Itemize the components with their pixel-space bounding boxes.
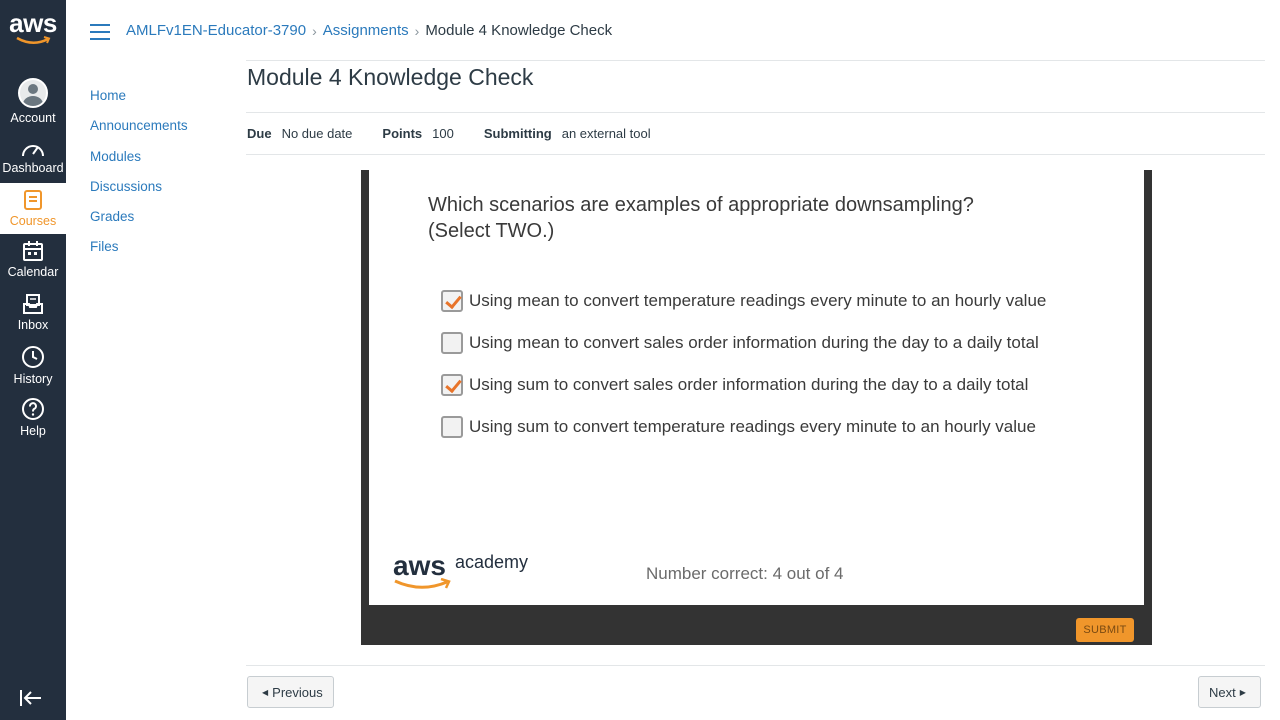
course-nav-home[interactable]: Home	[90, 88, 188, 118]
nav-calendar[interactable]: Calendar	[0, 240, 66, 282]
nav-account-label: Account	[10, 111, 56, 125]
course-nav-discussions[interactable]: Discussions	[90, 179, 188, 209]
nav-courses-label: Courses	[9, 214, 57, 228]
answer-option[interactable]: Using mean to convert temperature readin…	[441, 280, 1046, 322]
next-button[interactable]: Next ▶	[1198, 676, 1261, 708]
answer-option[interactable]: Using sum to convert temperature reading…	[441, 406, 1046, 448]
global-nav: aws Account Dashboard Courses Calendar I…	[0, 0, 66, 720]
question-line: Which scenarios are examples of appropri…	[428, 194, 974, 216]
submitting-label: Submitting	[483, 126, 552, 141]
answer-option[interactable]: Using sum to convert sales order informa…	[441, 364, 1046, 406]
hamburger-menu-icon[interactable]	[90, 24, 110, 40]
points-value: 100	[432, 126, 454, 141]
breadcrumb-assignments-link[interactable]: Assignments	[323, 22, 409, 39]
submit-button[interactable]: SUBMIT	[1076, 618, 1134, 642]
checkbox-checked[interactable]	[441, 290, 463, 312]
nav-calendar-label: Calendar	[7, 265, 59, 279]
points-label: Points	[382, 126, 423, 141]
aws-academy-logo: aws academy	[393, 550, 528, 581]
course-nav-files[interactable]: Files	[90, 239, 188, 269]
help-icon	[22, 398, 44, 420]
caret-left-icon: ◀	[262, 687, 269, 697]
answer-option-label: Using sum to convert sales order informa…	[469, 375, 1029, 394]
course-nav: Home Announcements Modules Discussions G…	[90, 88, 188, 270]
divider	[246, 60, 1265, 61]
submitting-value: an external tool	[561, 126, 651, 141]
due-label: Due	[247, 126, 272, 141]
account-icon	[18, 78, 48, 108]
aws-academy-logo-aws: aws	[393, 550, 446, 581]
score-text: Number correct: 4 out of 4	[646, 564, 844, 583]
due-value: No due date	[281, 126, 353, 141]
answer-option-label: Using sum to convert temperature reading…	[469, 417, 1036, 436]
answer-option-label: Using mean to convert sales order inform…	[469, 333, 1039, 352]
course-nav-modules[interactable]: Modules	[90, 149, 188, 179]
course-nav-announcements[interactable]: Announcements	[90, 118, 188, 148]
divider	[246, 665, 1265, 666]
checkbox-checked[interactable]	[441, 374, 463, 396]
divider	[246, 112, 1265, 113]
checkbox[interactable]	[441, 416, 463, 438]
courses-icon	[24, 190, 42, 210]
page-header: AMLFv1EN-Educator-3790 › Assignments › M…	[66, 0, 1280, 62]
nav-history[interactable]: History	[0, 345, 66, 387]
chevron-right-icon: ›	[414, 22, 420, 39]
divider	[246, 154, 1265, 155]
question-text: Which scenarios are examples of appropri…	[428, 192, 974, 244]
external-tool-frame: Which scenarios are examples of appropri…	[361, 170, 1152, 645]
course-nav-grades[interactable]: Grades	[90, 209, 188, 239]
next-label: Next	[1209, 684, 1236, 700]
aws-academy-logo-academy: academy	[454, 552, 528, 572]
answer-option-label: Using mean to convert temperature readin…	[469, 291, 1047, 310]
nav-help[interactable]: Help	[0, 397, 66, 439]
question-instruction: (Select TWO.)	[428, 220, 555, 242]
aws-smile-icon	[16, 36, 51, 44]
history-icon	[22, 346, 44, 368]
checkbox[interactable]	[441, 332, 463, 354]
inbox-icon	[23, 294, 43, 314]
nav-dashboard[interactable]: Dashboard	[0, 140, 66, 180]
nav-help-label: Help	[20, 424, 46, 438]
previous-button[interactable]: ◀ Previous	[247, 676, 334, 708]
nav-history-label: History	[13, 372, 53, 386]
breadcrumb: AMLFv1EN-Educator-3790 › Assignments › M…	[126, 22, 612, 39]
previous-label: Previous	[272, 684, 323, 700]
nav-inbox[interactable]: Inbox	[0, 293, 66, 335]
collapse-nav-icon[interactable]	[19, 688, 43, 708]
nav-account[interactable]: Account	[0, 78, 66, 128]
answer-option[interactable]: Using mean to convert sales order inform…	[441, 322, 1046, 364]
breadcrumb-course-link[interactable]: AMLFv1EN-Educator-3790	[126, 22, 306, 39]
answer-options: Using mean to convert temperature readin…	[441, 280, 1046, 448]
nav-courses[interactable]: Courses	[0, 183, 66, 234]
page-title: Module 4 Knowledge Check	[247, 64, 534, 90]
nav-inbox-label: Inbox	[17, 318, 49, 332]
aws-logo-text: aws	[9, 8, 57, 38]
dashboard-icon	[22, 145, 44, 157]
breadcrumb-current: Module 4 Knowledge Check	[425, 22, 613, 39]
aws-smile-icon	[394, 578, 451, 589]
quiz-panel: Which scenarios are examples of appropri…	[369, 170, 1144, 605]
calendar-icon	[23, 241, 43, 261]
caret-right-icon: ▶	[1239, 687, 1246, 697]
chevron-right-icon: ›	[312, 22, 317, 39]
assignment-details: Due No due date Points 100 Submitting an…	[247, 126, 681, 141]
nav-dashboard-label: Dashboard	[2, 161, 64, 175]
aws-logo[interactable]: aws	[0, 10, 66, 66]
